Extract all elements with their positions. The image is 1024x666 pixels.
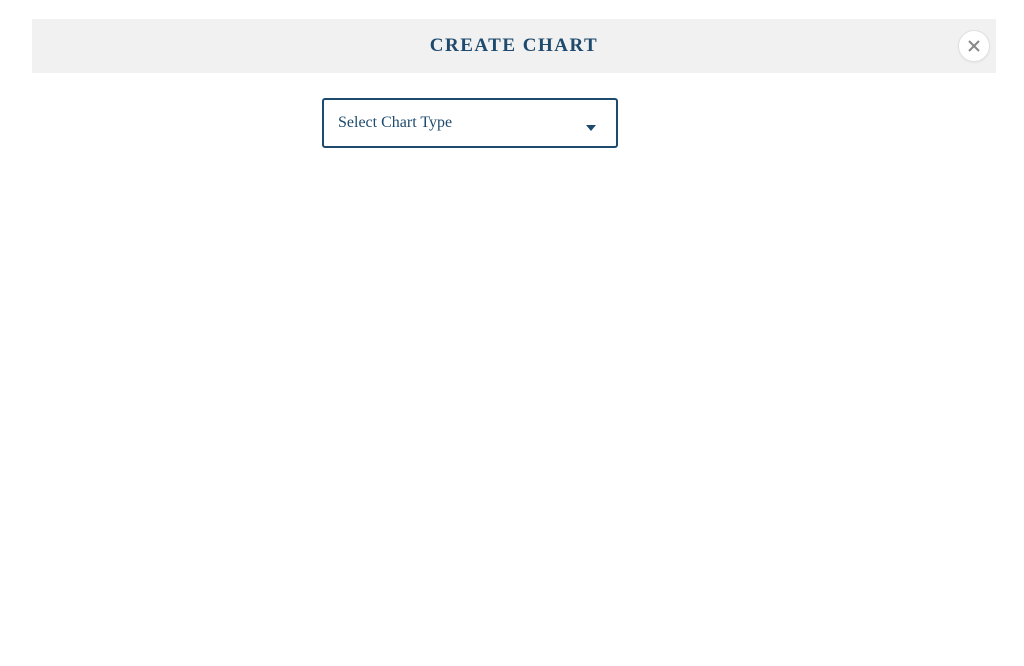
modal-title: CREATE CHART — [430, 35, 598, 57]
modal-header: CREATE CHART — [32, 19, 996, 73]
close-icon — [966, 38, 982, 54]
close-button[interactable] — [958, 30, 990, 62]
create-chart-modal: CREATE CHART Select Chart Type — [32, 19, 996, 148]
select-placeholder: Select Chart Type — [338, 114, 452, 132]
modal-body: Select Chart Type — [32, 73, 996, 148]
caret-down-icon — [586, 125, 596, 131]
chart-type-select[interactable]: Select Chart Type — [322, 98, 618, 148]
